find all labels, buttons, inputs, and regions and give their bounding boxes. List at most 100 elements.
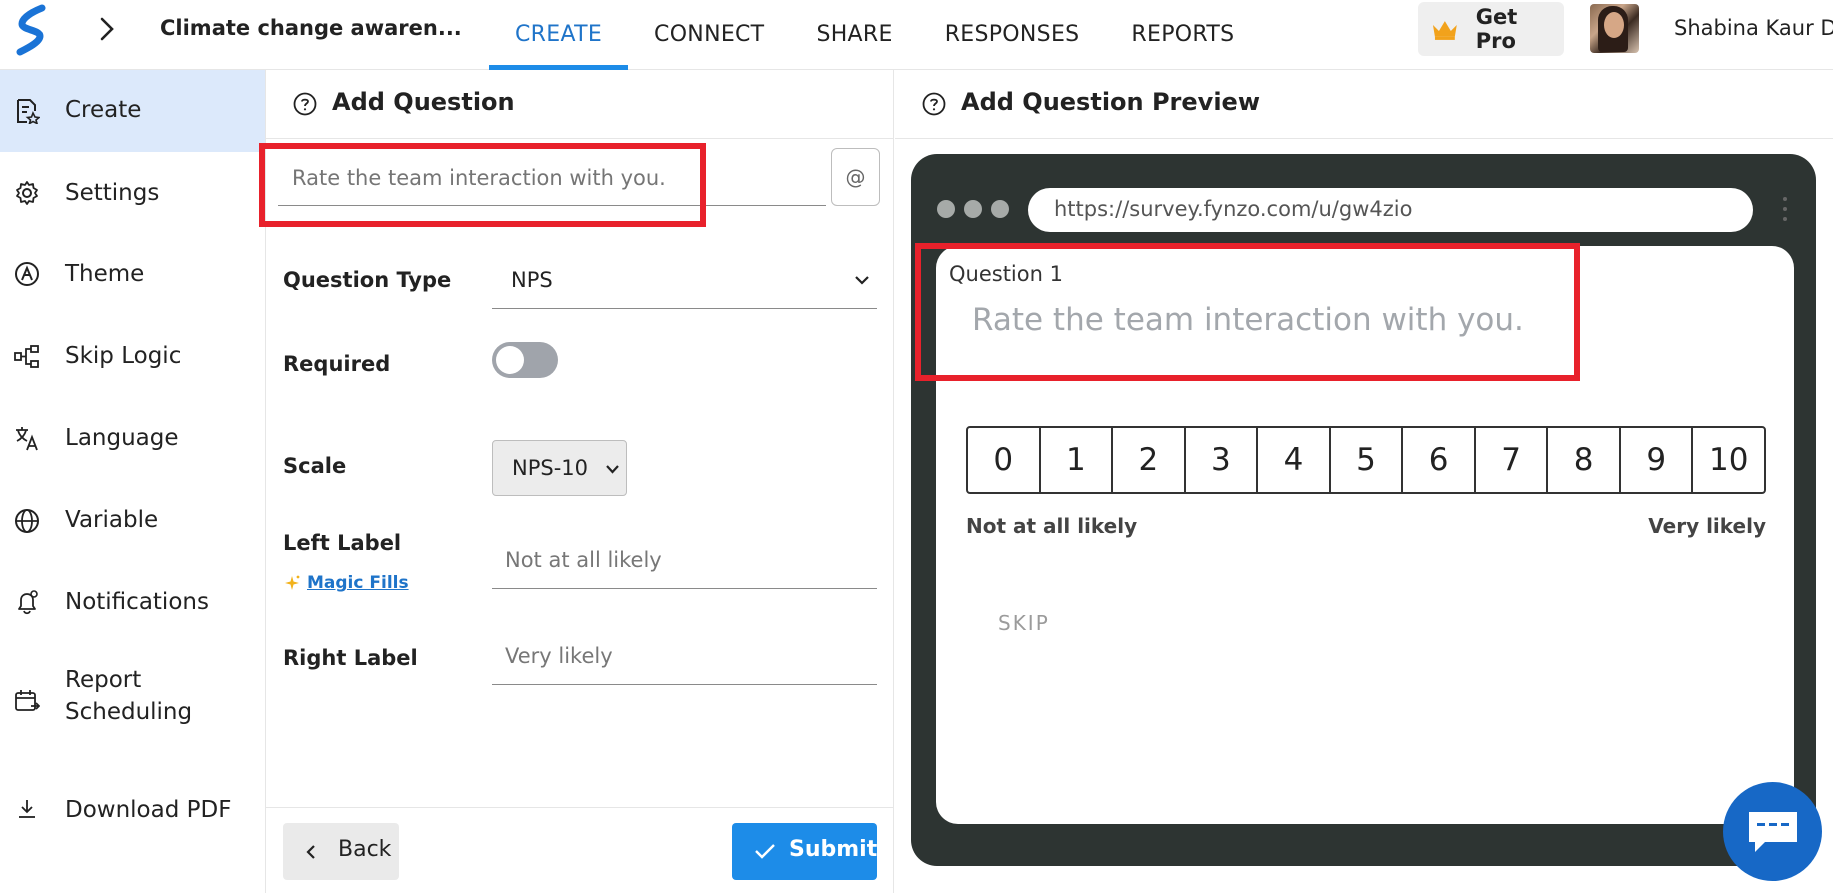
required-label: Required	[283, 352, 391, 376]
chevron-down-icon	[606, 465, 619, 474]
left-label-input[interactable]: Not at all likely	[492, 533, 877, 589]
submit-button[interactable]: Submit	[732, 823, 877, 880]
chat-widget-button[interactable]	[1723, 782, 1822, 881]
nps-left-label: Not at all likely	[966, 514, 1138, 538]
calendar-icon	[15, 690, 40, 711]
sidebar-item-label: Skip Logic	[65, 343, 182, 369]
question-editor: Add Question @ Question Type NPS Require…	[259, 70, 894, 893]
nps-option[interactable]: 5	[1331, 428, 1404, 492]
nps-option[interactable]: 2	[1113, 428, 1186, 492]
sidebar: Create Settings Theme Skip Logic Languag…	[0, 70, 266, 893]
help-circle-icon	[922, 92, 946, 116]
get-pro-button[interactable]: Get Pro	[1418, 2, 1564, 56]
left-label-label: Left Label	[283, 531, 402, 555]
editor-header: Add Question	[266, 70, 894, 139]
translate-icon	[16, 427, 38, 451]
main-tabs: CREATE CONNECT SHARE RESPONSES REPORTS	[489, 0, 1260, 70]
scale-value: NPS-10	[512, 456, 589, 480]
right-label-value: Very likely	[505, 644, 613, 668]
back-button[interactable]: Back	[283, 823, 399, 880]
question-type-select[interactable]: NPS	[492, 253, 877, 309]
tab-share[interactable]: SHARE	[790, 0, 918, 70]
sidebar-item-settings[interactable]: Settings	[0, 152, 265, 234]
question-type-value: NPS	[511, 268, 553, 292]
question-text-input[interactable]	[278, 150, 826, 206]
back-label: Back	[338, 837, 392, 862]
create-icon	[17, 99, 40, 124]
sidebar-item-label: Language	[65, 425, 179, 451]
chevron-left-icon	[306, 845, 315, 859]
sidebar-item-label: Notifications	[65, 589, 209, 615]
right-label-input[interactable]: Very likely	[492, 629, 877, 685]
browser-mockup: https://survey.fynzo.com/u/gw4zio Questi…	[911, 154, 1816, 866]
sidebar-item-label: Download PDF	[65, 797, 232, 823]
tab-reports[interactable]: REPORTS	[1105, 0, 1260, 70]
editor-footer: Back Submit	[266, 807, 894, 893]
theme-icon	[15, 262, 39, 286]
user-name[interactable]: Shabina Kaur D	[1674, 16, 1833, 40]
question-number: Question 1	[949, 262, 1063, 286]
nps-option[interactable]: 8	[1548, 428, 1621, 492]
sidebar-item-report-scheduling[interactable]: Report Scheduling	[0, 644, 265, 754]
survey-title[interactable]: Climate change awaren...	[160, 16, 462, 40]
top-bar: Climate change awaren... CREATE CONNECT …	[0, 0, 1833, 70]
get-pro-label: Get Pro	[1475, 5, 1518, 53]
question-text: Rate the team interaction with you.	[972, 302, 1524, 338]
nps-option[interactable]: 0	[968, 428, 1041, 492]
tab-create[interactable]: CREATE	[489, 0, 629, 70]
app-logo-icon[interactable]	[14, 4, 48, 56]
sidebar-item-label: Theme	[65, 261, 145, 287]
sidebar-item-create[interactable]: Create	[0, 70, 265, 152]
nps-scale: 0 1 2 3 4 5 6 7 8 9 10	[966, 426, 1766, 494]
sidebar-item-theme[interactable]: Theme	[0, 234, 265, 316]
nps-option[interactable]: 7	[1476, 428, 1549, 492]
gear-icon	[16, 181, 38, 205]
tab-connect[interactable]: CONNECT	[628, 0, 790, 70]
avatar[interactable]	[1590, 4, 1639, 53]
nps-right-label: Very likely	[1648, 514, 1766, 538]
chat-bubble-icon	[1749, 812, 1797, 852]
preview-title: Add Question Preview	[961, 88, 1260, 116]
sidebar-item-label: Report Scheduling	[65, 667, 193, 725]
nps-option[interactable]: 9	[1621, 428, 1694, 492]
editor-title: Add Question	[332, 88, 515, 116]
required-toggle[interactable]	[492, 342, 558, 378]
crown-icon	[1432, 21, 1457, 40]
scale-select[interactable]: NPS-10	[492, 440, 627, 496]
breadcrumb-chevron-icon[interactable]	[97, 14, 117, 44]
submit-label: Submit	[789, 837, 878, 862]
download-icon	[19, 800, 35, 818]
right-label-label: Right Label	[283, 646, 418, 670]
url-bar: https://survey.fynzo.com/u/gw4zio	[1028, 188, 1753, 232]
kebab-menu-icon	[1783, 197, 1787, 221]
mention-button[interactable]: @	[831, 148, 880, 206]
help-circle-icon	[293, 92, 317, 116]
url-text: https://survey.fynzo.com/u/gw4zio	[1054, 197, 1413, 221]
preview-header: Add Question Preview	[895, 70, 1833, 139]
skip-button[interactable]: SKIP	[998, 611, 1050, 635]
sidebar-item-language[interactable]: Language	[0, 398, 265, 480]
skip-logic-icon	[14, 345, 39, 368]
sidebar-item-label: Variable	[65, 507, 159, 533]
nps-option[interactable]: 3	[1186, 428, 1259, 492]
nps-option[interactable]: 4	[1258, 428, 1331, 492]
magic-fills-label: Magic Fills	[307, 573, 409, 593]
window-dot	[991, 200, 1009, 218]
sidebar-item-download-pdf[interactable]: Download PDF	[0, 770, 265, 852]
sidebar-item-skip-logic[interactable]: Skip Logic	[0, 316, 265, 398]
question-preview: Add Question Preview https://survey.fynz…	[895, 70, 1833, 893]
check-icon	[755, 844, 775, 859]
scale-label: Scale	[283, 454, 347, 478]
survey-page: Question 1 Rate the team interaction wit…	[936, 246, 1794, 824]
sidebar-item-variable[interactable]: Variable	[0, 480, 265, 562]
sidebar-item-label: Settings	[65, 180, 160, 206]
nps-option[interactable]: 10	[1693, 428, 1764, 492]
magic-fills-link[interactable]: Magic Fills	[283, 573, 409, 593]
bell-icon	[18, 590, 38, 615]
tab-responses[interactable]: RESPONSES	[919, 0, 1106, 70]
question-type-label: Question Type	[283, 268, 452, 292]
left-label-value: Not at all likely	[505, 548, 662, 572]
sidebar-item-notifications[interactable]: Notifications	[0, 562, 265, 644]
nps-option[interactable]: 6	[1403, 428, 1476, 492]
nps-option[interactable]: 1	[1041, 428, 1114, 492]
